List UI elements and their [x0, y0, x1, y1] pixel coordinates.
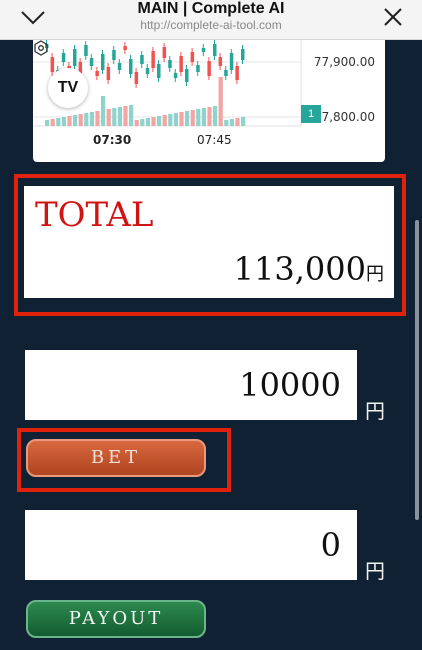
volume-bar: [196, 109, 201, 126]
volume-bar: [162, 115, 167, 126]
volume-bar: [224, 120, 229, 126]
volume-bar: [95, 111, 100, 126]
bet-currency: 円: [365, 399, 385, 423]
volume-bar: [190, 110, 195, 126]
candle-body: [134, 72, 139, 84]
volume-bar: [45, 120, 50, 126]
volume-bar: [50, 119, 55, 126]
candle-body: [95, 71, 99, 76]
payout-button[interactable]: PAYOUT: [26, 600, 206, 638]
volume-bar: [112, 108, 117, 126]
volume-bar: [89, 112, 94, 126]
volume-bar: [117, 107, 122, 126]
candle-body: [123, 46, 127, 50]
candle-body: [173, 73, 178, 78]
volume-bar: [185, 111, 190, 126]
candle-body: [213, 44, 217, 56]
volume-bar: [173, 113, 178, 126]
candle-body: [129, 59, 133, 74]
candle-body: [218, 57, 223, 66]
page-url: http://complete-ai-tool.com: [140, 18, 282, 32]
volume-bar: [140, 119, 145, 126]
candle-body: [168, 60, 172, 68]
candle-body: [145, 68, 150, 74]
volume-bar: [157, 116, 162, 126]
volume-bar: [56, 118, 61, 126]
candle-body: [201, 48, 206, 52]
candle-body: [61, 53, 66, 62]
candle-body: [117, 63, 122, 70]
volume-bar: [134, 120, 139, 126]
volume-bar: [229, 119, 234, 126]
candle-body: [140, 55, 144, 64]
candle-body: [157, 64, 161, 78]
volume-bar: [67, 116, 72, 126]
close-icon[interactable]: [380, 4, 406, 30]
volume-bar: [241, 117, 246, 126]
price-label-low: 7,800.00: [321, 110, 375, 124]
price-chart[interactable]: TV 77,900.00 1 7,800.00 07:30 07:45: [33, 40, 385, 162]
volume-bar: [145, 118, 150, 126]
candle-body: [235, 66, 239, 80]
bet-amount-input[interactable]: 10000: [25, 350, 357, 420]
candle-body: [224, 70, 228, 76]
candle-body: [179, 56, 183, 72]
total-value: 113,000円: [234, 250, 384, 288]
volume-bar: [213, 106, 218, 126]
candle-body: [101, 54, 105, 70]
gear-icon[interactable]: [33, 40, 49, 56]
scrollbar[interactable]: [415, 220, 419, 520]
candle-body: [89, 58, 94, 66]
candle-body: [207, 61, 211, 76]
volume-bar: [151, 117, 156, 126]
total-currency: 円: [366, 264, 384, 285]
candle-body: [190, 52, 195, 62]
candle-body: [241, 49, 245, 60]
volume-bar: [84, 113, 89, 126]
volume-bar: [201, 108, 206, 126]
candle-body: [106, 67, 111, 80]
price-label-high: 77,900.00: [313, 55, 375, 69]
volume-bar: [168, 114, 173, 126]
payout-currency: 円: [365, 559, 385, 583]
page-title: MAIN | Complete AI: [137, 0, 285, 17]
tradingview-logo: TV: [48, 68, 88, 108]
volume-bar: [106, 109, 111, 126]
volume-bar: [218, 77, 223, 126]
volume-bar: [73, 115, 78, 126]
candle-body: [162, 47, 167, 58]
volume-bar: [235, 118, 240, 126]
candle-body: [84, 45, 88, 56]
volume-bar: [207, 107, 212, 126]
volume-bar: [123, 106, 128, 126]
volume-bar: [61, 117, 66, 126]
payout-amount-field: 0: [25, 510, 357, 580]
volume-bar: [179, 112, 184, 126]
total-amount: 113,000: [233, 250, 366, 288]
candle-body: [73, 49, 77, 66]
candle-body: [151, 51, 155, 68]
volume-bar: [129, 105, 134, 126]
time-label-0745: 07:45: [197, 133, 232, 147]
time-label-0730: 07:30: [93, 133, 132, 147]
candle-body: [112, 50, 116, 60]
price-badge: 1: [301, 105, 321, 123]
candle-body: [229, 53, 234, 70]
volume-bar: [101, 96, 106, 126]
candle-body: [196, 65, 200, 72]
candle-body: [50, 57, 55, 72]
browser-top-bar: MAIN | Complete AI http://complete-ai-to…: [0, 0, 422, 40]
bet-button[interactable]: BET: [26, 439, 206, 477]
candle-body: [185, 69, 189, 82]
total-label: TOTAL: [35, 195, 154, 235]
volume-bar: [78, 114, 83, 126]
